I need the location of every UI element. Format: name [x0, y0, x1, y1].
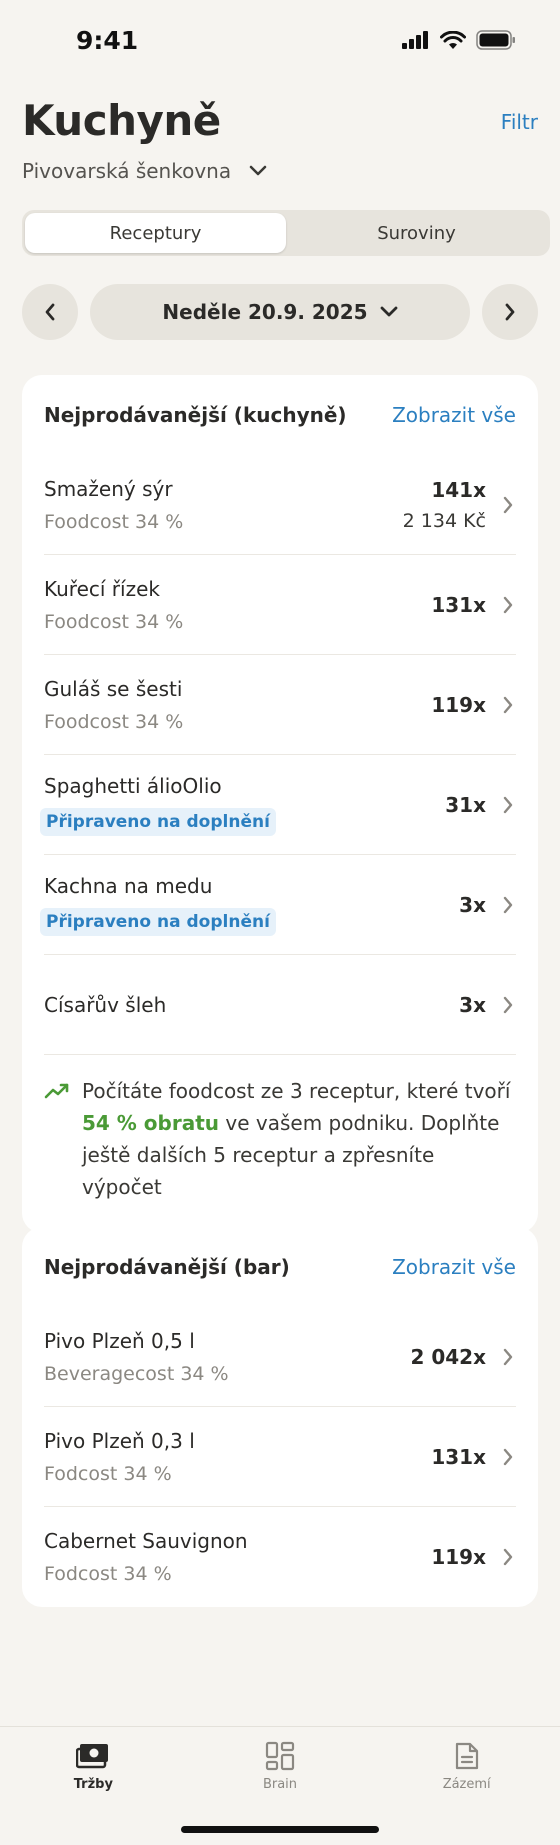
status-time: 9:41: [76, 26, 139, 55]
chevron-down-icon: [380, 306, 397, 317]
bar-bestsellers-card: Nejprodávanější (bar) Zobrazit vše Pivo …: [22, 1227, 538, 1607]
date-navigator: Neděle 20.9. 2025: [22, 284, 538, 340]
home-indicator: [181, 1826, 379, 1833]
show-all-link[interactable]: Zobrazit vše: [392, 403, 516, 427]
chevron-right-icon: [500, 695, 516, 715]
chevron-right-icon: [500, 895, 516, 915]
list-item[interactable]: Kuřecí řízek Foodcost 34 % 131x: [44, 555, 516, 655]
list-item[interactable]: Císařův šleh 3x: [44, 955, 516, 1055]
item-name: Spaghetti álioOlio: [44, 773, 222, 798]
item-foodcost: Foodcost 34 %: [44, 610, 184, 633]
item-name: Pivo Plzeň 0,3 l: [44, 1428, 195, 1453]
card-title: Nejprodávanější (kuchyně): [44, 403, 347, 427]
item-count: 119x: [431, 692, 486, 717]
list-item[interactable]: Kachna na medu Připraveno na doplnění 3x: [40, 855, 516, 955]
tab-trzby[interactable]: Tržby: [0, 1727, 187, 1845]
item-foodcost: Fodcost 34 %: [44, 1462, 172, 1485]
chevron-right-icon: [500, 1447, 516, 1467]
item-name: Smažený sýr: [44, 476, 173, 501]
item-revenue: 2 134 Kč: [402, 509, 486, 532]
item-foodcost: Foodcost 34 %: [44, 710, 184, 733]
chevron-right-icon: [500, 995, 516, 1015]
chevron-left-icon: [45, 303, 55, 321]
foodcost-info: Počítáte foodcost ze 3 receptur, které t…: [44, 1055, 516, 1233]
item-name: Kachna na medu: [44, 873, 213, 898]
list-item[interactable]: Pivo Plzeň 0,3 l Fodcost 34 % 131x: [44, 1407, 516, 1507]
grid-icon: [265, 1741, 295, 1771]
item-count: 31x: [445, 792, 486, 817]
item-foodcost: Foodcost 34 %: [44, 510, 184, 533]
venue-selector[interactable]: Pivovarská šenkovna: [22, 159, 538, 183]
chevron-right-icon: [500, 595, 516, 615]
item-name: Pivo Plzeň 0,5 l: [44, 1328, 195, 1353]
card-header: Nejprodávanější (kuchyně) Zobrazit vše: [44, 375, 516, 455]
status-badge: Připraveno na doplnění: [40, 907, 276, 936]
item-name: Guláš se šesti: [44, 676, 183, 701]
battery-icon: [476, 30, 515, 50]
chevron-down-icon: [249, 165, 267, 176]
segmented-control: Receptury Suroviny: [22, 210, 550, 256]
item-count: 141x: [431, 477, 486, 502]
list-item[interactable]: Guláš se šesti Foodcost 34 % 119x: [44, 655, 516, 755]
signal-icon: [402, 31, 428, 49]
item-foodcost: Fodcost 34 %: [44, 1563, 172, 1585]
tab-label: Brain: [262, 1777, 298, 1792]
next-day-button[interactable]: [482, 284, 538, 340]
kitchen-bestsellers-card: Nejprodávanější (kuchyně) Zobrazit vše S…: [22, 375, 538, 1233]
tab-zazemi[interactable]: Zázemí: [373, 1727, 560, 1845]
venue-name: Pivovarská šenkovna: [22, 159, 232, 183]
list-item[interactable]: Cabernet Sauvignon Fodcost 34 % 119x: [44, 1507, 516, 1607]
item-count: 131x: [431, 1444, 486, 1469]
document-icon: [455, 1742, 478, 1770]
revenue-share: 54 % obratu: [82, 1111, 220, 1135]
item-count: 131x: [431, 592, 486, 617]
item-name: Císařův šleh: [44, 992, 167, 1017]
tab-label: Tržby: [73, 1777, 113, 1792]
status-icons: [402, 30, 516, 50]
info-text: Počítáte foodcost ze 3 receptur, které t…: [82, 1079, 511, 1199]
show-all-link[interactable]: Zobrazit vše: [392, 1255, 516, 1279]
chevron-right-icon: [505, 303, 515, 321]
status-badge: Připraveno na doplnění: [40, 807, 276, 836]
chevron-right-icon: [500, 495, 516, 515]
card-header: Nejprodávanější (bar) Zobrazit vše: [44, 1227, 516, 1307]
filter-button[interactable]: Filtr: [501, 110, 538, 134]
cash-icon: [76, 1744, 109, 1769]
item-count: 3x: [459, 892, 486, 917]
list-item[interactable]: Spaghetti álioOlio Připraveno na doplněn…: [40, 755, 516, 855]
item-name: Cabernet Sauvignon: [44, 1529, 248, 1553]
item-count: 3x: [459, 992, 486, 1017]
item-count: 119x: [431, 1545, 486, 1569]
item-beveragecost: Beveragecost 34 %: [44, 1362, 229, 1385]
item-count: 2 042x: [410, 1344, 486, 1369]
page-title: Kuchyně: [22, 96, 221, 145]
tab-suroviny[interactable]: Suroviny: [286, 213, 547, 253]
date-label: Neděle 20.9. 2025: [162, 300, 368, 324]
status-bar: 9:41: [0, 0, 560, 84]
trending-up-icon: [44, 1083, 69, 1099]
chevron-right-icon: [500, 795, 516, 815]
header: Kuchyně Filtr Pivovarská šenkovna: [22, 96, 538, 183]
chevron-right-icon: [500, 1547, 516, 1567]
date-picker[interactable]: Neděle 20.9. 2025: [90, 284, 470, 340]
item-name: Kuřecí řízek: [44, 576, 160, 601]
list-item[interactable]: Pivo Plzeň 0,5 l Beveragecost 34 % 2 042…: [44, 1307, 516, 1407]
tab-receptury[interactable]: Receptury: [25, 213, 286, 253]
wifi-icon: [440, 30, 466, 49]
tab-label: Zázemí: [442, 1777, 491, 1792]
list-item[interactable]: Smažený sýr Foodcost 34 % 141x 2 134 Kč: [44, 455, 516, 555]
card-title: Nejprodávanější (bar): [44, 1255, 290, 1279]
previous-day-button[interactable]: [22, 284, 78, 340]
chevron-right-icon: [500, 1347, 516, 1367]
